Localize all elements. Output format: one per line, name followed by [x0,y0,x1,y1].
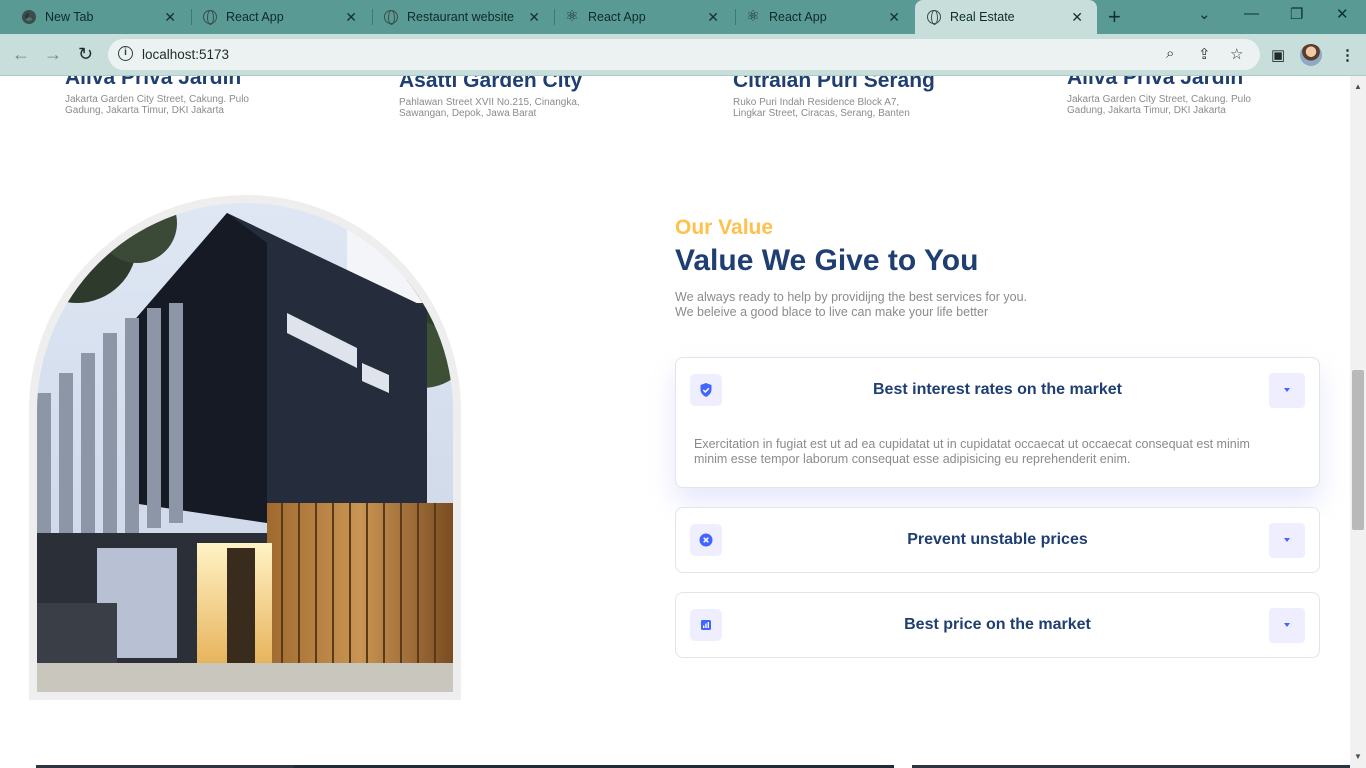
residency-address: Jakarta Garden City Street, Cakung. Pulo… [65,94,249,116]
browser-tab[interactable]: Restaurant website ✕ [362,0,554,34]
description-line: We beleive a good blace to live can make… [675,305,989,319]
residency-card[interactable]: Aliva Priva Jardin Jakarta Garden City S… [1067,76,1350,116]
page-viewport: Aliva Priva Jardin Jakarta Garden City S… [0,76,1350,768]
accordion-header[interactable]: Prevent unstable prices [676,508,1319,572]
accordion-title: Best interest rates on the market [873,381,1122,398]
accordion-header[interactable]: Best price on the market [676,593,1319,657]
share-icon[interactable]: ⇪ [1198,45,1211,63]
new-tab-button[interactable]: + [1108,5,1121,29]
tab-title: Real Estate [950,10,1015,24]
accordion-title: Best price on the market [904,616,1091,633]
accordion-toggle-button[interactable] [1269,608,1305,643]
value-section-header: Our Value Value We Give to You We always… [675,216,1027,320]
side-panel-icon[interactable]: ▣ [1271,46,1285,64]
globe-icon [384,10,398,25]
address-text[interactable]: localhost:5173 [142,47,229,62]
back-arrow-icon[interactable]: ← [12,43,30,65]
browser-tab-active[interactable]: Real Estate ✕ [915,0,1097,34]
chevron-down-icon [1284,388,1290,392]
residency-card[interactable]: Asatti Garden City Pahlawan Street XVII … [399,76,699,119]
description-line: We always ready to help by providijng th… [675,290,1028,304]
tab-title: New Tab [45,10,94,24]
residency-card[interactable]: Aliva Priva Jardin Jakarta Garden City S… [65,76,365,116]
restore-button[interactable]: ❐ [1290,5,1303,23]
zoom-icon[interactable]: ⌕ [1166,45,1174,62]
close-tab-icon[interactable]: ✕ [345,9,357,25]
residency-name: Asatti Garden City [399,76,583,92]
address-bar[interactable]: i localhost:5173 ⌕ ⇪ ☆ [108,39,1260,70]
close-window-button[interactable]: ✕ [1336,5,1349,23]
close-tab-icon[interactable]: ✕ [164,9,176,25]
accordion-title: Prevent unstable prices [907,531,1088,548]
accordion-item: Best interest rates on the market Exerci… [675,357,1320,488]
tab-search-icon[interactable]: ⌄ [1198,5,1211,23]
residency-card[interactable]: Citralan Puri Serang Ruko Puri Indah Res… [733,76,1033,119]
bookmark-star-icon[interactable]: ☆ [1230,45,1243,63]
site-info-icon[interactable]: i [118,46,133,61]
react-icon: ⚛ [746,8,760,25]
scroll-up-arrow-icon[interactable]: ▲ [1354,82,1362,91]
section-description: We always ready to help by providijng th… [675,290,1027,320]
reload-icon[interactable]: ↻ [78,43,93,65]
chart-icon [690,609,722,641]
scrollbar-thumb[interactable] [1352,370,1364,530]
accordion-item: Best price on the market [675,592,1320,658]
section-title: Value We Give to You [675,244,979,277]
accordion-body: Exercitation in fugiat est ut ad ea cupi… [694,437,1250,466]
accordion-toggle-button[interactable] [1269,523,1305,558]
value-image-frame [29,195,461,700]
chrome-icon [22,10,36,24]
close-tab-icon[interactable]: ✕ [888,9,900,25]
residency-address: Ruko Puri Indah Residence Block A7, Ling… [733,97,910,119]
residency-name: Aliva Priva Jardin [65,76,242,89]
residency-address: Pahlawan Street XVII No.215, Cinangka, S… [399,97,580,119]
chevron-down-icon [1284,538,1290,542]
chevron-down-icon [1284,623,1290,627]
tab-title: React App [226,10,284,24]
browser-tab[interactable]: ⚛ React App ✕ [724,0,914,34]
residency-name: Citralan Puri Serang [733,76,935,92]
browser-tab[interactable]: React App ✕ [181,0,371,34]
shield-check-icon [690,374,722,406]
close-tab-icon[interactable]: ✕ [707,9,719,25]
page-scrollbar[interactable]: ▲ ▼ [1350,76,1366,768]
tab-title: React App [769,10,827,24]
residency-address: Jakarta Garden City Street, Cakung. Pulo… [1067,94,1251,116]
browser-tab-strip: New Tab ✕ React App ✕ Restaurant website… [0,0,1366,34]
profile-avatar[interactable] [1300,44,1322,66]
accordion-header[interactable]: Best interest rates on the market [676,358,1319,422]
tab-title: Restaurant website [407,10,515,24]
browser-toolbar: ← → ↻ i localhost:5173 ⌕ ⇪ ☆ ▣ ⋮ [0,34,1366,76]
globe-icon [927,10,941,25]
menu-dots-icon[interactable]: ⋮ [1340,46,1355,64]
minimize-button[interactable]: — [1244,5,1259,22]
browser-tab[interactable]: ⚛ React App ✕ [543,0,733,34]
forward-arrow-icon[interactable]: → [44,43,62,65]
residency-name: Aliva Priva Jardin [1067,76,1244,89]
tab-title: React App [588,10,646,24]
globe-icon [203,10,217,25]
browser-tab[interactable]: New Tab ✕ [0,0,190,34]
x-circle-icon [690,524,722,556]
close-tab-icon[interactable]: ✕ [528,9,540,25]
accordion-toggle-button[interactable] [1269,373,1305,408]
react-icon: ⚛ [565,8,579,25]
close-tab-icon[interactable]: ✕ [1071,9,1083,25]
scroll-down-arrow-icon[interactable]: ▼ [1354,752,1362,761]
section-eyebrow: Our Value [675,216,774,239]
modern-house-image [37,203,453,692]
accordion-item: Prevent unstable prices [675,507,1320,573]
